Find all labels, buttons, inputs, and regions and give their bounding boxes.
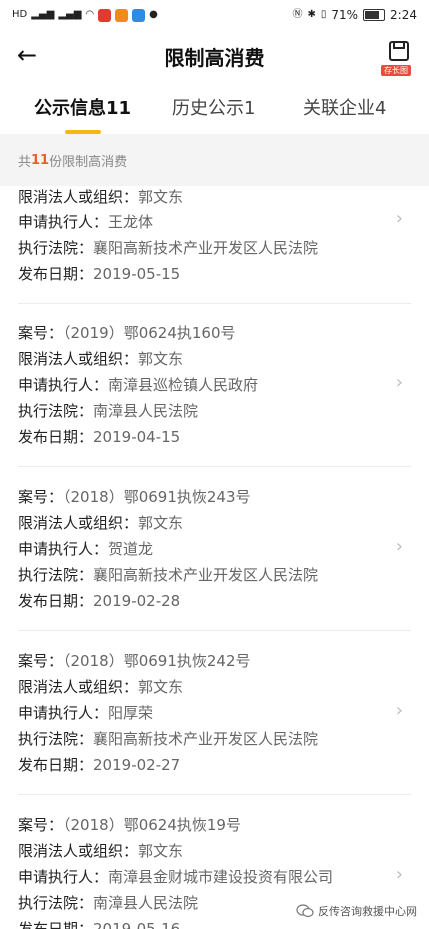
date-label: 发布日期：: [18, 920, 94, 929]
nfc-icon: Ⓝ: [292, 9, 303, 20]
restricted-value: 郭文东: [138, 514, 184, 532]
list-item[interactable]: 案号：（2019）鄂0624执160号 限消法人或组织：郭文东 申请执行人：南漳…: [0, 320, 429, 470]
applicant-value: 南漳县巡检镇人民政府: [108, 376, 259, 394]
case-label: 案号：: [18, 816, 64, 834]
restricted-label: 限消法人或组织：: [18, 514, 139, 532]
wechat-icon: [296, 904, 314, 918]
app-notification-icon: [98, 8, 112, 22]
court-label: 执行法院：: [18, 894, 94, 912]
tab-history[interactable]: 历史公示1: [172, 94, 255, 120]
list-item[interactable]: 案号：（2018）鄂0691执恢242号 限消法人或组织：郭文东 申请执行人：阳…: [0, 648, 429, 798]
applicant-label: 申请执行人：: [18, 704, 109, 722]
court-label: 执行法院：: [18, 402, 94, 420]
chevron-right-icon: ›: [395, 700, 403, 721]
result-summary: 共 11 份限制高消费: [0, 134, 429, 186]
applicant-value: 贺道龙: [108, 540, 154, 558]
applicant-label: 申请执行人：: [18, 540, 109, 558]
court-value: 南漳县人民法院: [93, 894, 199, 912]
case-label: 案号：: [18, 652, 64, 670]
tab-bar: 公示信息11 历史公示1 关联企业4: [0, 84, 429, 134]
court-label: 执行法院：: [18, 239, 94, 257]
date-label: 发布日期：: [18, 756, 94, 774]
date-label: 发布日期：: [18, 265, 94, 283]
case-value: （2018）鄂0691执恢242号: [63, 652, 251, 670]
case-label: 案号：: [18, 488, 64, 506]
chevron-right-icon: ›: [395, 536, 403, 557]
court-value: 襄阳高新技术产业开发区人民法院: [93, 566, 319, 584]
tab-related-companies[interactable]: 关联企业4: [303, 94, 386, 120]
message-icon: ●: [149, 9, 158, 20]
date-label: 发布日期：: [18, 428, 94, 446]
summary-suffix: 份限制高消费: [49, 154, 128, 170]
top-bar: ← 限制高消费 存长图: [0, 30, 429, 82]
list-item[interactable]: 限消法人或组织：郭文东 申请执行人：王龙体 执行法院：襄阳高新技术产业开发区人民…: [0, 186, 429, 304]
court-label: 执行法院：: [18, 566, 94, 584]
restricted-value: 郭文东: [138, 350, 184, 368]
app-notification-icon: [115, 8, 129, 22]
date-value: 2019-02-27: [93, 756, 181, 774]
court-value: 襄阳高新技术产业开发区人民法院: [93, 730, 319, 748]
applicant-label: 申请执行人：: [18, 213, 109, 231]
divider: [18, 303, 411, 304]
case-value: （2018）鄂0624执恢19号: [63, 816, 241, 834]
restricted-value: 郭文东: [138, 842, 184, 860]
court-value: 南漳县人民法院: [93, 402, 199, 420]
save-long-image-button[interactable]: 存长图: [381, 40, 415, 76]
record-list: 限消法人或组织：郭文东 申请执行人：王龙体 执行法院：襄阳高新技术产业开发区人民…: [0, 186, 429, 929]
save-badge: 存长图: [381, 65, 411, 76]
case-value: （2018）鄂0691执恢243号: [63, 488, 251, 506]
date-value: 2019-02-28: [93, 592, 181, 610]
applicant-value: 王龙体: [108, 213, 154, 231]
bluetooth-icon: ✱: [307, 9, 316, 20]
applicant-label: 申请执行人：: [18, 868, 109, 886]
applicant-value: 南漳县金财城市建设投资有限公司: [108, 868, 334, 886]
signal-icon-2: ▂▄▆: [58, 9, 82, 20]
divider: [18, 794, 411, 795]
divider: [18, 466, 411, 467]
restricted-label: 限消法人或组织：: [18, 678, 139, 696]
watermark-text: 反传咨询救援中心网: [318, 905, 417, 918]
divider: [18, 630, 411, 631]
list-item[interactable]: 案号：（2018）鄂0691执恢243号 限消法人或组织：郭文东 申请执行人：贺…: [0, 484, 429, 634]
vibrate-icon: ▯: [320, 9, 327, 20]
restricted-value: 郭文东: [138, 188, 184, 206]
applicant-value: 阳厚荣: [108, 704, 154, 722]
date-label: 发布日期：: [18, 592, 94, 610]
battery-percent: 71%: [331, 8, 359, 22]
date-value: 2019-04-15: [93, 428, 181, 446]
clock: 2:24: [390, 8, 417, 22]
chevron-right-icon: ›: [395, 372, 403, 393]
restricted-value: 郭文东: [138, 678, 184, 696]
battery-icon: [363, 9, 386, 21]
case-value: （2019）鄂0624执160号: [63, 324, 236, 342]
summary-prefix: 共: [18, 154, 32, 170]
court-label: 执行法院：: [18, 730, 94, 748]
court-value: 襄阳高新技术产业开发区人民法院: [93, 239, 319, 257]
tab-public-info[interactable]: 公示信息11: [34, 94, 131, 120]
chevron-right-icon: ›: [395, 864, 403, 885]
restricted-label: 限消法人或组织：: [18, 842, 139, 860]
page-title: 限制高消费: [164, 46, 265, 70]
status-bar: HD ▂▄▆ ▂▄▆ ◠ ● Ⓝ ✱ ▯ 71% 2:24: [0, 0, 429, 30]
restricted-label: 限消法人或组织：: [18, 350, 139, 368]
chevron-right-icon: ›: [395, 208, 403, 229]
hd-indicator: HD: [12, 9, 28, 20]
signal-icon: ▂▄▆: [31, 9, 55, 20]
date-value: 2019-05-16: [93, 920, 181, 929]
app-notification-icon: [132, 8, 146, 22]
save-icon: [389, 41, 409, 61]
restricted-label: 限消法人或组织：: [18, 188, 139, 206]
applicant-label: 申请执行人：: [18, 376, 109, 394]
case-label: 案号：: [18, 324, 64, 342]
wifi-icon: ◠: [85, 9, 95, 20]
watermark: 反传咨询救援中心网: [296, 903, 417, 919]
date-value: 2019-05-15: [93, 265, 181, 283]
summary-count: 11: [31, 152, 50, 168]
